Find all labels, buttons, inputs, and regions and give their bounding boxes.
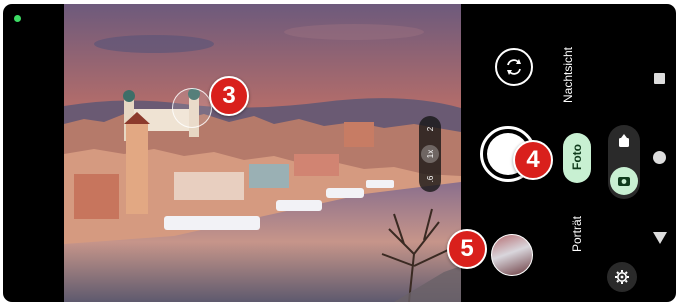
nav-recents-icon[interactable]	[654, 73, 665, 84]
photo-option[interactable]	[610, 167, 638, 195]
zoom-option-2x[interactable]: 2	[421, 120, 439, 138]
nav-back-icon[interactable]	[653, 232, 667, 244]
annotation-badge-3: 3	[209, 76, 249, 116]
zoom-selector[interactable]: 2 1x .6	[419, 116, 441, 192]
mode-portrait[interactable]: Porträt	[570, 206, 584, 262]
settings-button[interactable]	[607, 262, 637, 292]
focus-indicator	[172, 88, 212, 128]
video-camera-icon	[619, 134, 629, 147]
mode-night-sight[interactable]: Nachtsicht	[561, 45, 575, 105]
flip-camera-icon	[507, 59, 521, 75]
photo-camera-icon	[618, 177, 630, 186]
video-option[interactable]	[617, 134, 631, 148]
phone-screen: 2 1x .6 Nachtsicht Foto Porträt	[3, 4, 676, 302]
mode-photo[interactable]: Foto	[570, 137, 584, 177]
annotation-badge-4: 4	[513, 140, 553, 180]
viewfinder[interactable]: 2 1x .6	[64, 4, 461, 302]
camera-in-use-indicator	[14, 15, 21, 22]
nav-home-icon[interactable]	[653, 151, 666, 164]
viewfinder-image	[64, 4, 461, 302]
system-navigation-bar	[643, 4, 676, 302]
last-photo-thumbnail[interactable]	[491, 234, 533, 276]
settings-gear-icon	[615, 270, 629, 284]
capture-type-toggle[interactable]	[608, 125, 640, 199]
annotation-badge-5: 5	[447, 229, 487, 269]
zoom-option-0.6x[interactable]: .6	[421, 170, 439, 188]
flip-camera-button[interactable]	[495, 48, 533, 86]
zoom-option-1x[interactable]: 1x	[421, 145, 439, 163]
